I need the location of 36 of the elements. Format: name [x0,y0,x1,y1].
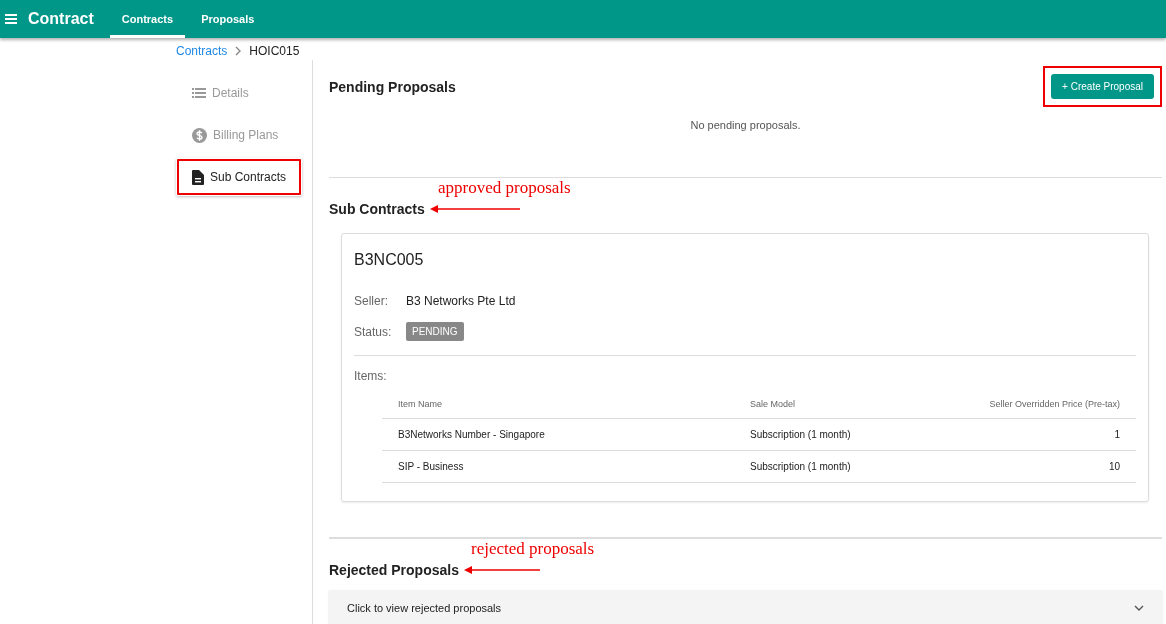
nav-tab[interactable]: Contracts [109,0,186,38]
sidebar-item[interactable]: Details [176,74,302,112]
field-label: Items: [354,369,388,383]
field-label: Seller: [354,294,389,308]
chevron-down-icon [1134,605,1144,611]
table-cell: SIP - Business [382,450,734,483]
annotation-text: rejected proposals [471,539,595,559]
table-cell: Subscription (1 month) [734,450,915,483]
sidebar-item[interactable]: Sub Contracts [176,158,302,196]
column-header: Seller Overridden Price (Pre-tax) [914,399,1136,419]
section-title: Pending Proposals [329,78,456,95]
card-title: B3NC005 [354,251,425,269]
empty-message: No pending proposals. [689,119,802,131]
table-cell: B3Networks Number - Singapore [382,418,734,451]
field-label: Status: [354,324,393,339]
field-value: B3 Networks Pte Ltd [406,294,516,308]
column-header: Sale Model [734,399,915,419]
dollar-icon [192,127,207,143]
list-icon [192,88,206,98]
section-title: Sub Contracts [329,201,425,217]
column-header: Item Name [382,399,734,419]
table-cell: 10 [914,450,1136,483]
table-cell: 1 [914,418,1136,451]
create-proposal-button[interactable]: + Create Proposal [1051,74,1154,99]
status-chip: PENDING [406,322,464,341]
table-cell: Subscription (1 month) [734,418,915,451]
document-icon [192,169,204,185]
expansion-panel[interactable]: Click to view rejected proposals [329,590,1162,624]
nav-tab[interactable]: Proposals [189,0,267,38]
breadcrumb-current: HOIC015 [249,44,300,58]
chevron-right-icon [235,46,242,56]
annotation-text: approved proposals [438,178,571,198]
app-title: Contract [28,10,94,28]
sidebar-item[interactable]: Billing Plans [176,116,302,154]
breadcrumb-link[interactable]: Contracts [176,44,228,58]
section-title: Rejected Proposals [329,562,459,578]
